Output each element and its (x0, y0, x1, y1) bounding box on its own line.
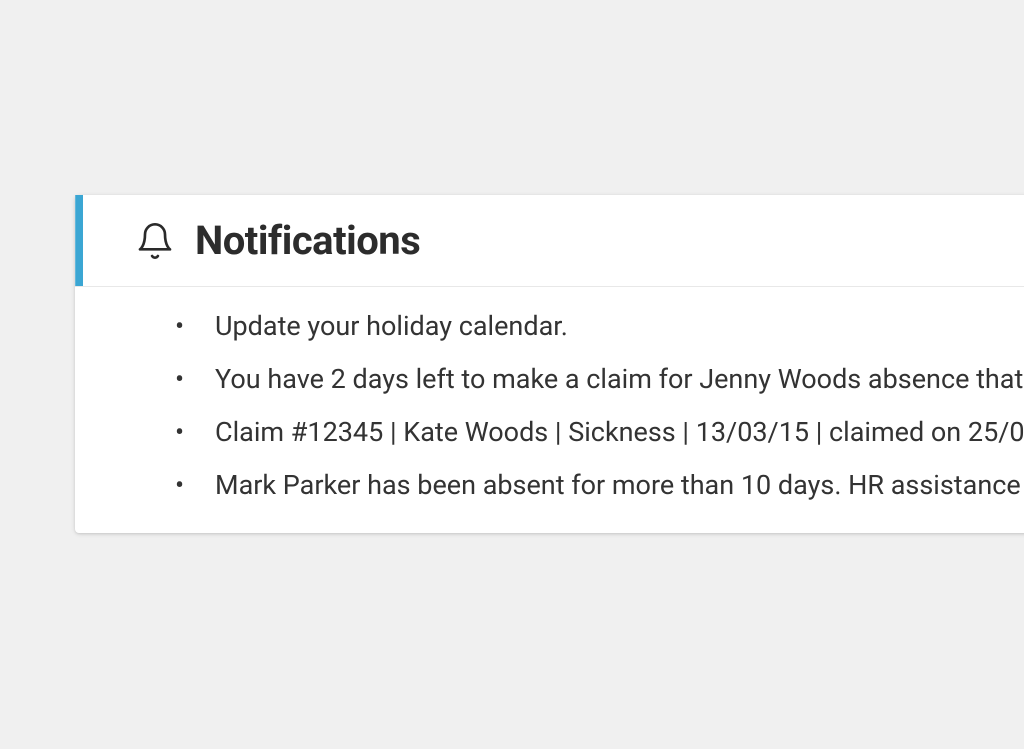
accent-bar (75, 195, 83, 286)
notification-text: Claim #12345 | Kate Woods | Sickness | 1… (215, 416, 1024, 448)
panel-header: Notifications (75, 195, 1024, 287)
panel-title: Notifications (195, 217, 420, 264)
notification-text: You have 2 days left to make a claim for… (215, 363, 1024, 395)
notification-item[interactable]: Claim #12345 | Kate Woods | Sickness | 1… (175, 415, 1005, 450)
panel-body: Update your holiday calendar. You have 2… (75, 287, 1024, 533)
notification-text: Update your holiday calendar. (215, 310, 568, 342)
notification-text: Mark Parker has been absent for more tha… (215, 469, 1024, 501)
notification-item[interactable]: Mark Parker has been absent for more tha… (175, 468, 1005, 503)
bell-icon (135, 219, 175, 263)
notifications-panel: Notifications Update your holiday calend… (75, 195, 1024, 533)
notification-list: Update your holiday calendar. You have 2… (175, 309, 1005, 503)
notification-item[interactable]: You have 2 days left to make a claim for… (175, 362, 1005, 397)
notification-item[interactable]: Update your holiday calendar. (175, 309, 1005, 344)
